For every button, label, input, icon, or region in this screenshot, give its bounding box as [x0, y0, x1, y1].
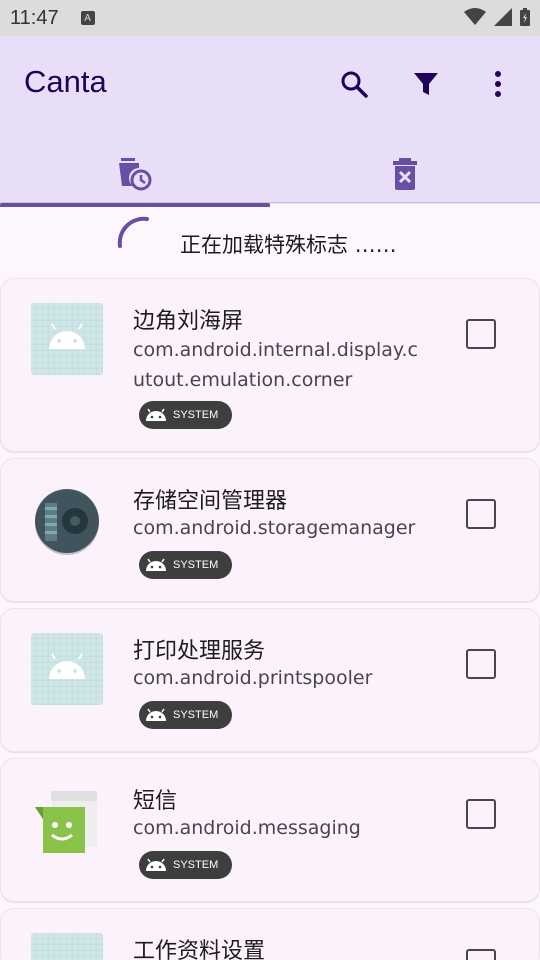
badge-label: SYSTEM — [173, 709, 219, 721]
status-icons — [464, 8, 530, 26]
status-bar: 11:47 A — [0, 0, 540, 36]
loading-text: 正在加载特殊标志 …… — [180, 233, 397, 257]
app-name: 边角刘海屏 — [133, 309, 244, 334]
app-card[interactable]: 短信 com.android.messaging SYSTEM — [0, 758, 540, 902]
tab-bar — [0, 144, 540, 207]
badge-label: SYSTEM — [173, 559, 219, 571]
more-options-button[interactable] — [478, 64, 518, 104]
filter-button[interactable] — [406, 64, 446, 104]
filter-icon — [414, 73, 438, 95]
app-title: Canta — [24, 64, 107, 99]
badge-label: SYSTEM — [173, 859, 219, 871]
delete-x-icon — [393, 158, 417, 190]
system-badge: SYSTEM — [139, 701, 232, 729]
app-name: 工作资料设置 — [133, 939, 266, 960]
messaging-icon — [35, 791, 97, 853]
app-package: com.android.messaging — [133, 817, 361, 839]
app-checkbox[interactable] — [466, 649, 496, 679]
app-card[interactable]: 边角刘海屏 com.android.internal.display.cutou… — [0, 278, 540, 452]
tab-uninstall[interactable] — [0, 144, 270, 207]
app-name: 短信 — [133, 789, 178, 814]
app-checkbox[interactable] — [466, 319, 496, 349]
wifi-icon — [464, 8, 486, 25]
tab-divider — [0, 202, 540, 203]
app-card[interactable]: 工作资料设置 — [0, 908, 540, 960]
app-package: com.android.storagemanager — [133, 517, 416, 539]
notification-icon: A — [80, 11, 95, 25]
battery-icon — [520, 8, 530, 26]
app-package: com.android.internal.display.cutout.emul… — [133, 339, 418, 391]
android-default-icon — [31, 633, 103, 705]
system-badge: SYSTEM — [139, 851, 232, 879]
system-badge: SYSTEM — [139, 401, 232, 429]
search-button[interactable] — [334, 64, 374, 104]
app-card[interactable]: 打印处理服务 com.android.printspooler SYSTEM — [0, 608, 540, 752]
app-name: 存储空间管理器 — [133, 489, 288, 514]
uninstall-scheduled-icon — [119, 158, 152, 191]
app-checkbox[interactable] — [466, 499, 496, 529]
android-icon — [146, 558, 166, 571]
tab-uninstalled[interactable] — [270, 144, 540, 204]
badge-label: SYSTEM — [173, 409, 219, 421]
loading-spinner — [117, 216, 149, 248]
android-default-icon — [31, 933, 103, 960]
app-checkbox[interactable] — [466, 949, 496, 960]
loading-row: 正在加载特殊标志 …… — [0, 204, 540, 276]
storage-manager-icon — [35, 489, 99, 555]
android-icon — [146, 858, 166, 871]
android-default-icon — [31, 303, 103, 375]
android-icon — [146, 408, 166, 421]
app-card[interactable]: 存储空间管理器 com.android.storagemanager SYSTE… — [0, 458, 540, 602]
search-icon — [341, 71, 368, 98]
android-icon — [146, 708, 166, 721]
system-badge: SYSTEM — [139, 551, 232, 579]
signal-icon — [494, 8, 512, 26]
status-time: 11:47 — [10, 6, 59, 29]
app-checkbox[interactable] — [466, 799, 496, 829]
app-name: 打印处理服务 — [133, 639, 266, 664]
more-vert-icon — [495, 71, 501, 97]
app-bar: Canta — [0, 36, 540, 207]
app-package: com.android.printspooler — [133, 667, 373, 689]
